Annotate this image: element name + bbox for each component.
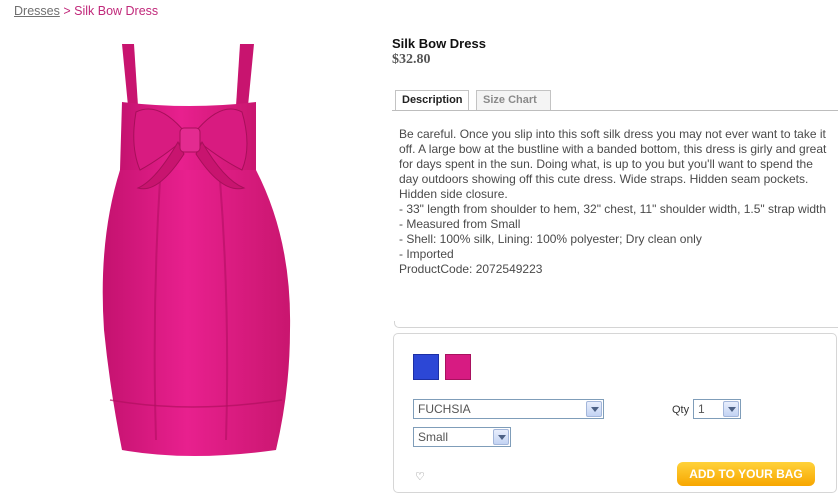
tabs-divider xyxy=(392,110,838,111)
description-detail: - Shell: 100% silk, Lining: 100% polyest… xyxy=(399,232,702,246)
description-paragraph: Be careful. Once you slip into this soft… xyxy=(399,127,827,201)
description-panel-border xyxy=(394,321,838,328)
product-title: Silk Bow Dress xyxy=(392,36,486,51)
product-price: $32.80 xyxy=(392,52,431,67)
product-image xyxy=(102,44,291,456)
quantity-select-value: 1 xyxy=(698,402,705,416)
heart-icon[interactable]: ♡ xyxy=(415,470,425,483)
product-code: ProductCode: 2072549223 xyxy=(399,262,543,276)
add-to-bag-button[interactable]: ADD TO YOUR BAG xyxy=(677,462,815,486)
breadcrumb-separator: > xyxy=(63,4,71,18)
breadcrumb-link-dresses[interactable]: Dresses xyxy=(14,4,60,18)
tab-size-chart[interactable]: Size Chart xyxy=(476,90,551,110)
breadcrumb-current: Silk Bow Dress xyxy=(74,4,159,18)
color-swatch-blue[interactable] xyxy=(413,354,439,380)
product-description: Be careful. Once you slip into this soft… xyxy=(399,127,829,277)
description-detail: - 33" length from shoulder to hem, 32" c… xyxy=(399,202,827,216)
color-swatch-fuchsia[interactable] xyxy=(445,354,471,380)
description-detail: - Imported xyxy=(399,247,454,261)
breadcrumb: Dresses > Silk Bow Dress xyxy=(14,4,158,18)
color-select[interactable]: FUCHSIA xyxy=(413,399,604,419)
chevron-down-icon[interactable] xyxy=(586,401,602,417)
size-select[interactable]: Small xyxy=(413,427,511,447)
qty-label: Qty xyxy=(672,404,690,416)
quantity-select[interactable]: 1 xyxy=(693,399,741,419)
tab-description[interactable]: Description xyxy=(395,90,469,111)
description-detail: - Measured from Small xyxy=(399,217,521,231)
size-select-value: Small xyxy=(418,430,449,444)
chevron-down-icon[interactable] xyxy=(723,401,739,417)
color-select-value: FUCHSIA xyxy=(418,402,471,416)
chevron-down-icon[interactable] xyxy=(493,429,509,445)
